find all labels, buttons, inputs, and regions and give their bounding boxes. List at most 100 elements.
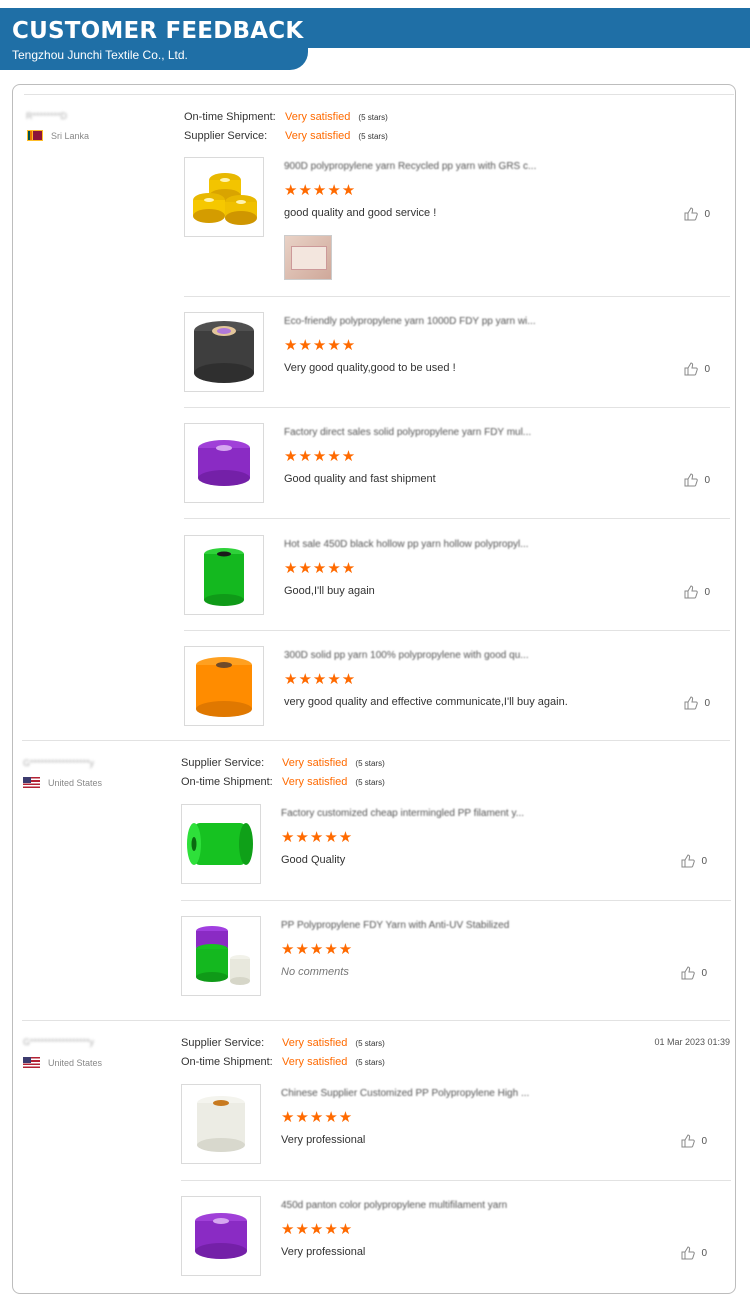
product-name-link[interactable]: 450d panton color polypropylene multifil… [281,1200,507,1211]
like-button[interactable]: 0 [684,473,710,487]
thumbs-up-icon [684,473,699,487]
star-rating: ★★★★★ [284,448,357,465]
rating-value: Very satisfied [285,111,351,123]
rating-label: Supplier Service: [181,757,265,769]
divider [184,296,730,297]
star-rating: ★★★★★ [284,337,357,354]
rating-label: Supplier Service: [184,130,268,142]
divider [181,900,731,901]
orange-yarn-spool-image [196,657,252,717]
product-thumbnail[interactable] [181,804,261,884]
review-item: 300D solid pp yarn 100% polypropylene wi… [184,646,732,726]
review-photo[interactable] [284,235,332,280]
product-thumbnail[interactable] [181,1084,261,1164]
product-name-link[interactable]: Factory customized cheap intermingled PP… [281,808,524,819]
star-rating: ★★★★★ [281,1221,354,1238]
review-item: Eco-friendly polypropylene yarn 1000D FD… [184,312,732,392]
rating-stars-note: (5 stars) [358,113,388,122]
like-button[interactable]: 0 [681,966,707,980]
review-comment: Good quality and fast shipment [284,473,436,485]
star-rating: ★★★★★ [284,560,357,577]
page-banner: CUSTOMER FEEDBACK Tengzhou Junchi Textil… [0,8,750,70]
rating-stars-note: (5 stars) [355,1039,385,1048]
review-item: Factory direct sales solid polypropylene… [184,423,732,503]
flag-united-states-icon [23,1057,40,1068]
reviewer-country: United States [23,1057,102,1068]
thumbs-up-icon [684,696,699,710]
like-count: 0 [701,967,707,979]
like-button[interactable]: 0 [684,585,710,599]
rating-label: On-time Shipment: [181,1056,273,1068]
review-comment: Very professional [281,1134,366,1146]
product-name-link[interactable]: Factory direct sales solid polypropylene… [284,427,531,438]
like-button[interactable]: 0 [681,1134,707,1148]
rating-label: On-time Shipment: [181,776,273,788]
thumbs-up-icon [684,207,699,221]
thumbs-up-icon [681,1246,696,1260]
rating-stars-note: (5 stars) [358,132,388,141]
product-name-link[interactable]: Chinese Supplier Customized PP Polypropy… [281,1088,529,1099]
flag-united-states-icon [23,777,40,788]
product-thumbnail[interactable] [184,646,264,726]
reviewer-name: R********D [26,111,68,121]
review-item: Factory customized cheap intermingled PP… [181,804,729,884]
product-name-link[interactable]: 900D polypropylene yarn Recycled pp yarn… [284,161,536,172]
product-thumbnail[interactable] [184,423,264,503]
like-count: 0 [701,1135,707,1147]
review-comment: No comments [281,966,349,978]
divider [184,518,730,519]
green-yarn-spool-side-image [187,823,253,865]
review-comment: Good Quality [281,854,346,866]
rating-supplier-service: Supplier Service: Very satisfied (5 stars) [184,130,388,142]
like-count: 0 [701,855,707,867]
star-rating: ★★★★★ [281,941,354,958]
review-date: 01 Mar 2023 01:39 [654,1037,730,1047]
like-count: 0 [704,697,710,709]
review-item: PP Polypropylene FDY Yarn with Anti-UV S… [181,916,729,996]
purple-yarn-spool-image [198,440,250,486]
green-yarn-spool-image [204,548,244,606]
product-name-link[interactable]: PP Polypropylene FDY Yarn with Anti-UV S… [281,920,509,931]
product-name-link[interactable]: Hot sale 450D black hollow pp yarn hollo… [284,539,529,550]
like-button[interactable]: 0 [684,362,710,376]
product-thumbnail[interactable] [184,535,264,615]
country-label: United States [48,777,103,788]
product-thumbnail[interactable] [181,1196,261,1276]
rating-stars-note: (5 stars) [355,1058,385,1067]
rating-value: Very satisfied [282,757,348,769]
like-button[interactable]: 0 [684,696,710,710]
review-item: 450d panton color polypropylene multifil… [181,1196,729,1276]
multi-color-yarn-spools-image [196,926,250,985]
product-thumbnail[interactable] [184,312,264,392]
divider [181,1180,731,1181]
like-button[interactable]: 0 [681,854,707,868]
like-count: 0 [701,1247,707,1259]
review-comment: good quality and good service ! [284,207,437,219]
yellow-yarn-spools-image [193,173,257,225]
thumbs-up-icon [681,1134,696,1148]
rating-stars-note: (5 stars) [355,778,385,787]
reviewer-country: Sri Lanka [27,130,89,141]
review-comment: Very good quality,good to be used ! [284,362,456,374]
thumbs-up-icon [684,362,699,376]
rating-ontime-shipment: On-time Shipment: Very satisfied (5 stars) [181,776,385,788]
rating-stars-note: (5 stars) [355,759,385,768]
product-thumbnail[interactable] [181,916,261,996]
star-rating: ★★★★★ [281,829,354,846]
divider [184,630,730,631]
star-rating: ★★★★★ [284,671,357,688]
page-title: CUSTOMER FEEDBACK [12,18,304,44]
review-item: Hot sale 450D black hollow pp yarn hollo… [184,535,732,615]
like-button[interactable]: 0 [681,1246,707,1260]
review-comment: Good,I'll buy again [284,585,375,597]
thumbs-up-icon [681,854,696,868]
thumbs-up-icon [681,966,696,980]
product-name-link[interactable]: 300D solid pp yarn 100% polypropylene wi… [284,650,529,661]
like-button[interactable]: 0 [684,207,710,221]
review-item: Chinese Supplier Customized PP Polypropy… [181,1084,729,1164]
like-count: 0 [704,363,710,375]
product-name-link[interactable]: Eco-friendly polypropylene yarn 1000D FD… [284,316,536,327]
divider [24,94,734,95]
review-divider [22,1020,730,1021]
product-thumbnail[interactable] [184,157,264,237]
